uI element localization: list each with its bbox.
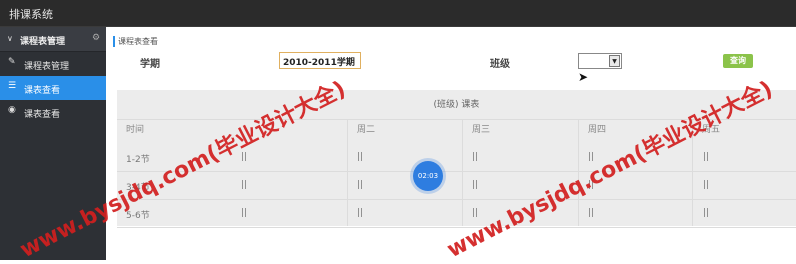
app-title: 排课系统 bbox=[9, 8, 53, 21]
schedule-cell: || bbox=[241, 180, 248, 190]
schedule-cell: || bbox=[703, 152, 710, 162]
schedule-cell: || bbox=[357, 152, 364, 162]
chevron-down-icon: ∨ bbox=[7, 34, 13, 43]
schedule-cell: || bbox=[241, 208, 248, 218]
schedule-cell: || bbox=[703, 208, 710, 218]
sidebar-item-label: 课表查看 bbox=[24, 86, 61, 96]
class-label: 班级 bbox=[490, 59, 510, 70]
gear-icon[interactable]: ⚙ bbox=[92, 33, 100, 43]
table-row: 5-6节 || || || || || bbox=[117, 200, 796, 228]
column-header-tuesday: 周二 bbox=[357, 125, 376, 135]
sidebar-item-course-table-management[interactable]: ✎ 课程表管理 bbox=[0, 52, 106, 76]
sidebar-item-view-schedule[interactable]: ☰ 课表查看 bbox=[0, 76, 106, 100]
table-row: 3-4节 || || || || || bbox=[117, 172, 796, 200]
pencil-icon: ✎ bbox=[8, 57, 16, 67]
term-select[interactable]: 2010-2011学期 bbox=[279, 52, 361, 69]
dropdown-arrow-icon[interactable]: ▼ bbox=[609, 55, 620, 67]
class-select[interactable]: ▼ bbox=[578, 53, 622, 69]
sidebar-item-label: 课程表管理 bbox=[24, 62, 70, 72]
term-label: 学期 bbox=[140, 59, 160, 70]
sidebar-section-label: 课程表管理 bbox=[20, 37, 66, 47]
column-header-thursday: 周四 bbox=[588, 125, 607, 135]
sidebar-item-view-schedule-2[interactable]: ◉ 课表查看 bbox=[0, 100, 106, 124]
schedule-cell: || bbox=[703, 180, 710, 190]
sidebar-item-label: 课表查看 bbox=[24, 110, 61, 120]
schedule-cell: || bbox=[472, 152, 479, 162]
schedule-cell: || bbox=[588, 208, 595, 218]
breadcrumb: 课程表查看 bbox=[118, 37, 158, 46]
mouse-cursor-icon: ➤ bbox=[578, 70, 589, 84]
time-cell: 1-2节 bbox=[126, 155, 150, 165]
schedule-cell: || bbox=[357, 180, 364, 190]
query-button[interactable]: 查询 bbox=[723, 54, 753, 68]
list-icon: ☰ bbox=[8, 81, 17, 91]
schedule-cell: || bbox=[472, 180, 479, 190]
globe-icon: ◉ bbox=[8, 105, 16, 115]
column-header-time: 时间 bbox=[126, 125, 145, 135]
breadcrumb-marker bbox=[113, 36, 115, 47]
schedule-cell: || bbox=[357, 208, 364, 218]
sidebar-section-course-management[interactable]: ∨ 课程表管理 ⚙ bbox=[0, 27, 106, 52]
column-header-wednesday: 周三 bbox=[472, 125, 491, 135]
video-timer-badge: 02:03 bbox=[413, 161, 443, 191]
top-bar: 排课系统 bbox=[0, 0, 796, 27]
